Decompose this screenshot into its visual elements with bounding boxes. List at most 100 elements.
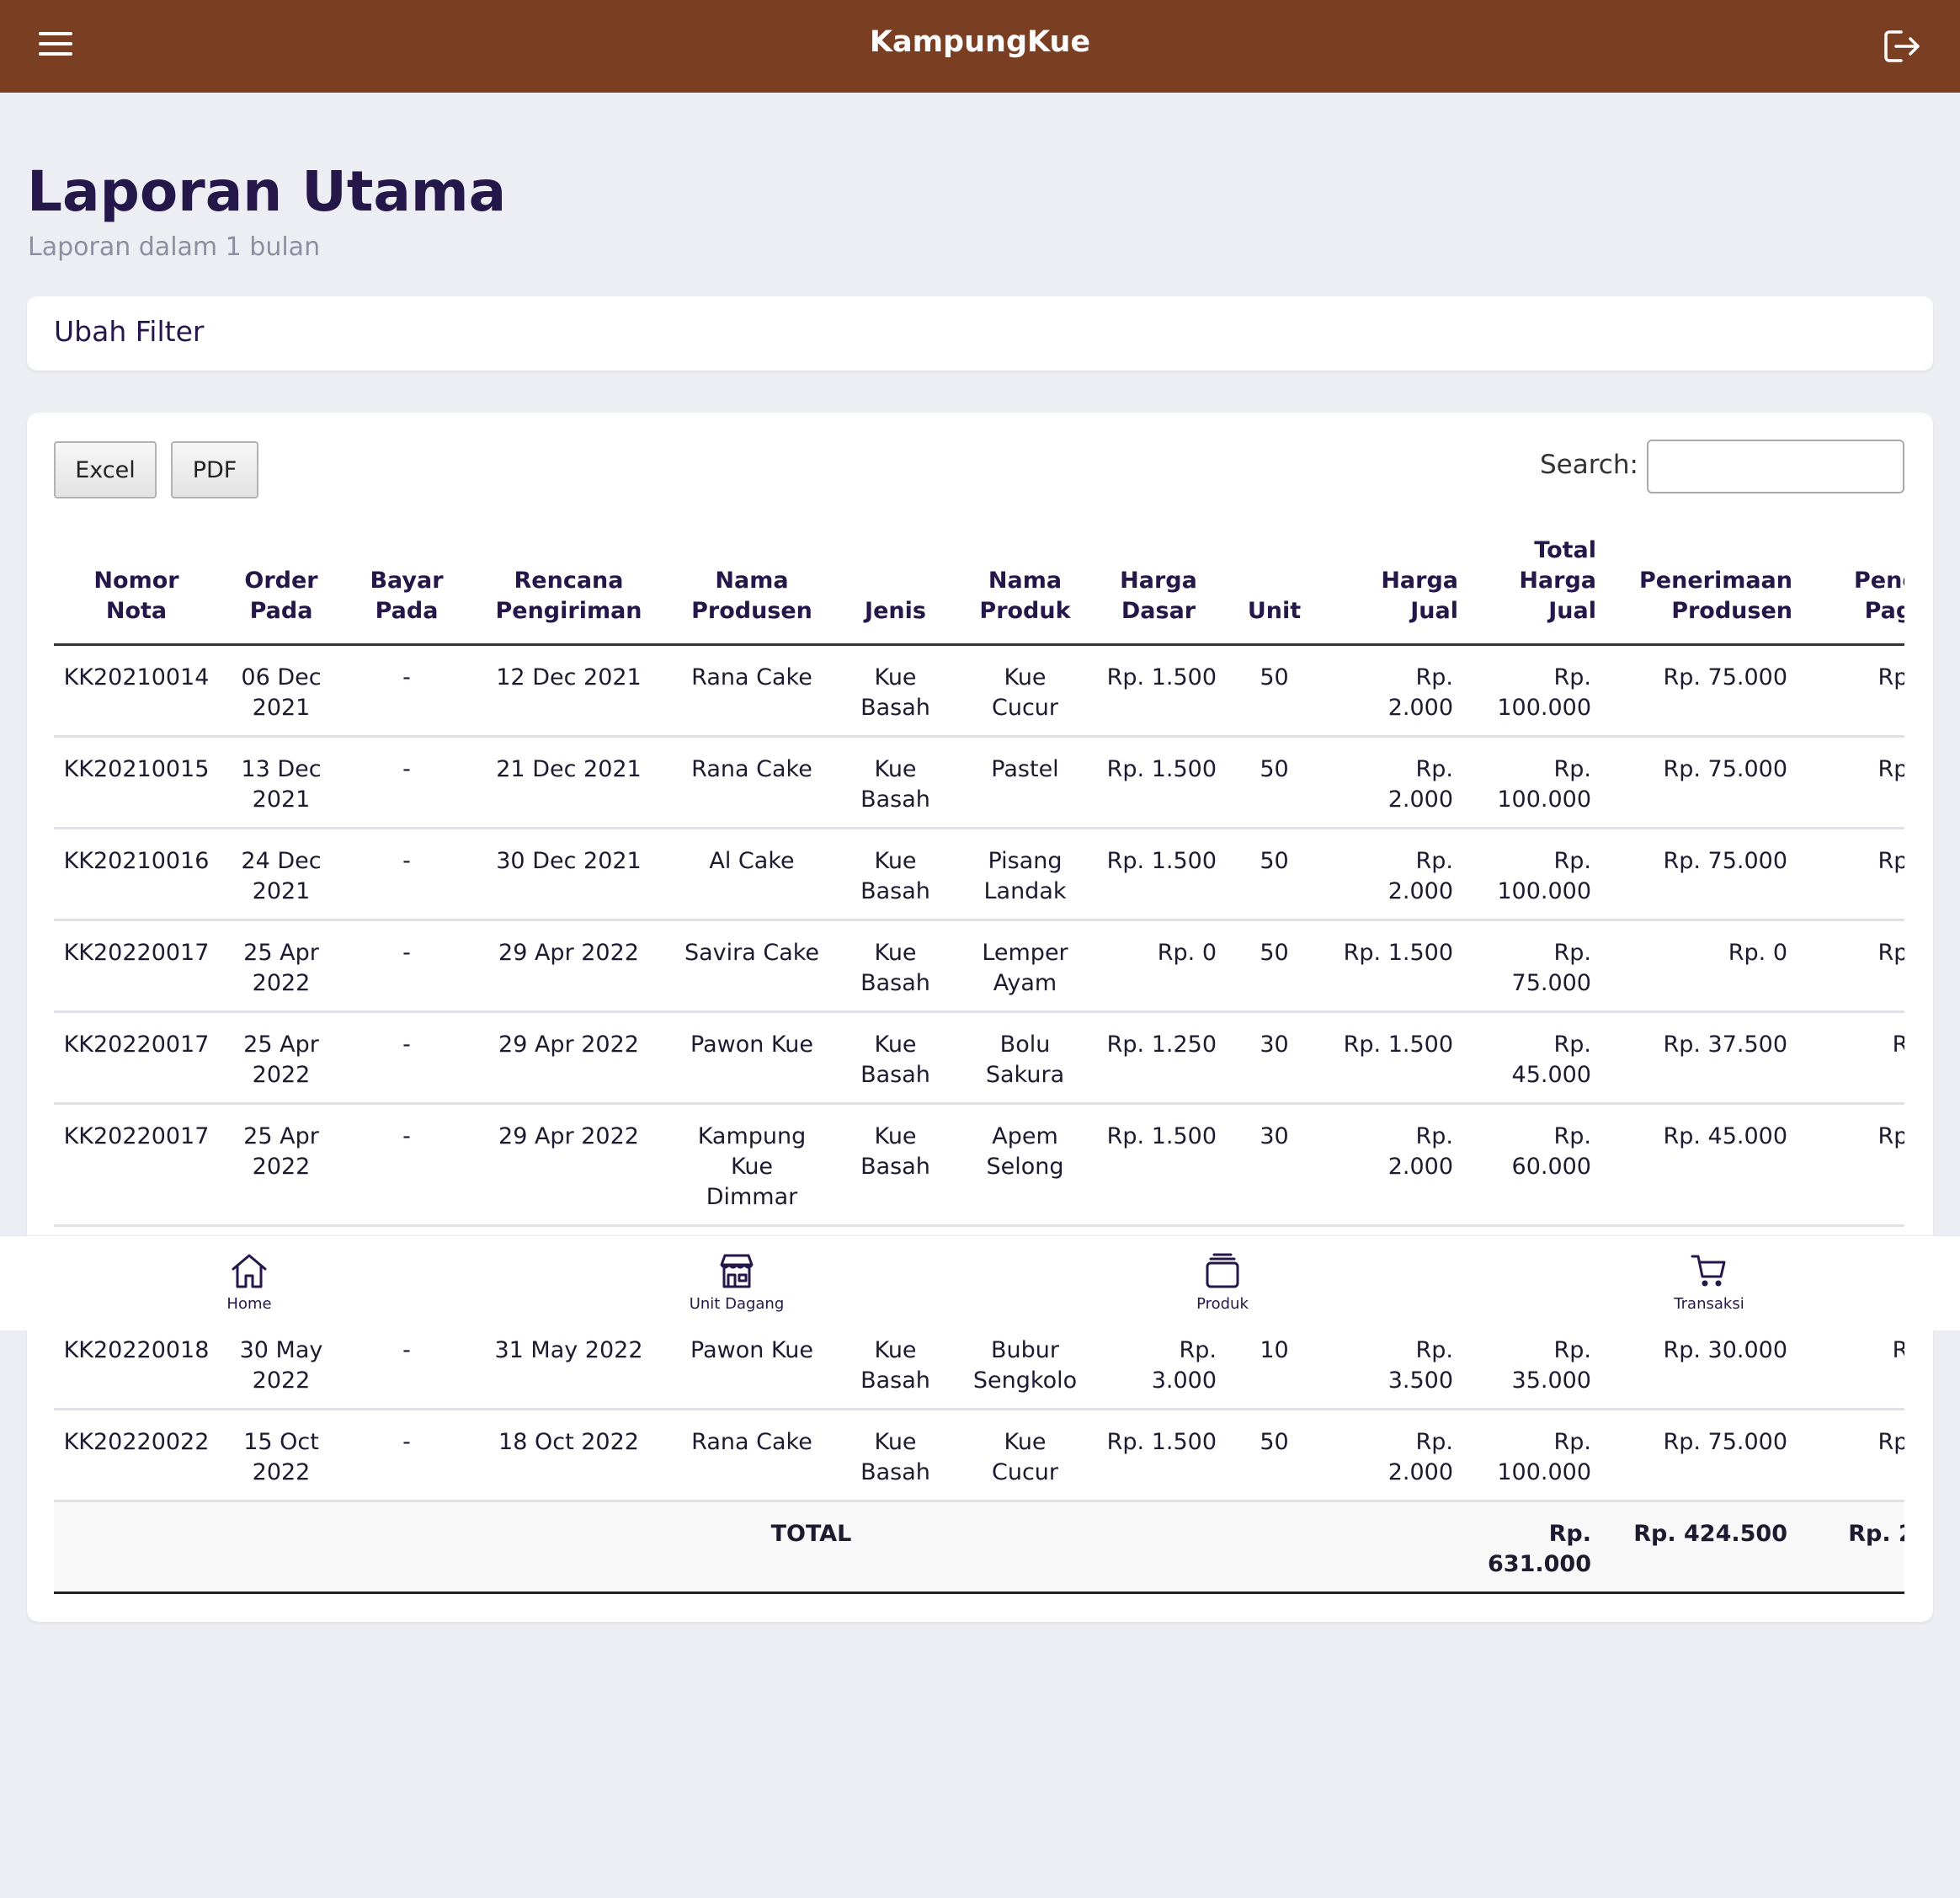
table-cell: 06 Dec 2021 <box>219 644 344 738</box>
table-cell: Rp. 3.500 <box>1327 1317 1458 1410</box>
column-header[interactable]: PenerimaanPaguyuban <box>1792 522 1904 646</box>
table-cell: Rp. 75.000 <box>1596 828 1792 921</box>
table-cell: 29 Apr 2022 <box>470 1011 668 1105</box>
table-cell: Rp. 0 <box>1596 920 1792 1013</box>
column-header[interactable]: Harga Dasar <box>1095 522 1222 646</box>
table-cell: Pawon Kue <box>668 1011 836 1105</box>
table-cell: Rp. 100.000 <box>1458 644 1596 738</box>
table-cell: Rp. 100.000 <box>1458 1409 1596 1502</box>
table-cell: Rp. 2.000 <box>1327 1409 1458 1502</box>
column-header[interactable]: Total Harga Jual <box>1458 522 1596 646</box>
table-cell: Kue Basah <box>836 644 955 738</box>
column-header[interactable]: Rencana Pengiriman <box>470 522 668 646</box>
table-cell: Kue Cucur <box>955 1409 1095 1502</box>
table-row: KK20220018 30 May 2022-31 May 2022 Pawon K… <box>54 1317 1904 1410</box>
table-scroll-area[interactable]: Nomor Nota Order Pada Bayar Pada Rencana Pen… <box>54 522 1904 1617</box>
table-cell: - <box>344 644 470 738</box>
home-icon <box>232 1254 267 1288</box>
total-harga-jual: Rp. 631.000 <box>1458 1501 1596 1594</box>
export-excel-button[interactable]: Excel <box>54 441 157 498</box>
table-cell: Kue Cucur <box>955 644 1095 738</box>
table-cell: Rp. 1.500 <box>1095 736 1222 829</box>
report-table: Nomor Nota Order Pada Bayar Pada Rencana Pen… <box>54 522 1904 1594</box>
table-cell: Kue Basah <box>836 1011 955 1105</box>
column-header[interactable]: Penerimaan Produsen <box>1596 522 1792 646</box>
table-row: KK20210014 06 Dec 2021-12 Dec 2021 Rana Ca… <box>54 644 1904 738</box>
table-cell: 25 Apr 2022 <box>219 1011 344 1105</box>
table-cell: Rp. 3.000 <box>1095 1317 1222 1410</box>
table-cell: Rp. 1.500 <box>1095 1409 1222 1502</box>
table-cell: 25 Apr 2022 <box>219 920 344 1013</box>
table-cell: - <box>344 1317 470 1410</box>
table-cell: Kue Basah <box>836 920 955 1013</box>
app-title: KampungKue <box>869 25 1091 59</box>
table-cell: 13 Dec 2021 <box>219 736 344 829</box>
table-cell: 50 <box>1222 644 1327 738</box>
total-penerimaan-paguyuban: Rp. 206.500 <box>1792 1501 1904 1594</box>
column-header[interactable]: Nama Produk <box>955 522 1095 646</box>
table-cell: Rp. 37.500 <box>1596 1011 1792 1105</box>
table-cell: Rp. 35.000 <box>1458 1317 1596 1410</box>
table-cell: Rp. 1.500 <box>1095 828 1222 921</box>
table-cell: Rp. 2.000 <box>1327 644 1458 738</box>
table-cell: Rp. 1.500 <box>1327 920 1458 1013</box>
table-cell: 30 <box>1222 1103 1327 1227</box>
table-cell: Kue Basah <box>836 1103 955 1227</box>
table-cell: - <box>344 736 470 829</box>
table-cell: 30 <box>1222 1011 1327 1105</box>
table-cell: 18 Oct 2022 <box>470 1409 668 1502</box>
table-cell: 29 Apr 2022 <box>470 1103 668 1227</box>
logout-icon[interactable] <box>1883 29 1921 64</box>
nav-produk[interactable]: Produk <box>1130 1251 1315 1313</box>
table-cell: Rp. 75.000 <box>1596 736 1792 829</box>
nav-label: Transaksi <box>1674 1295 1744 1313</box>
table-cell: Bubur Sengkolo <box>955 1317 1095 1410</box>
table-cell: KK20210016 <box>54 828 219 921</box>
nav-transaksi[interactable]: Transaksi <box>1616 1251 1802 1313</box>
export-pdf-button[interactable]: PDF <box>171 441 258 498</box>
filter-toggle[interactable]: Ubah Filter <box>27 296 1933 371</box>
table-cell: Rp. 75.000 <box>1792 920 1904 1013</box>
table-cell: 50 <box>1222 736 1327 829</box>
column-header[interactable]: Nama Produsen <box>668 522 836 646</box>
table-cell: Lemper Ayam <box>955 920 1095 1013</box>
table-cell: Rp. 0 <box>1095 920 1222 1013</box>
table-cell: 12 Dec 2021 <box>470 644 668 738</box>
table-row: KK20210016 24 Dec 2021-30 Dec 2021 Al Cake… <box>54 828 1904 921</box>
filter-label: Ubah Filter <box>54 315 205 348</box>
table-row: KK20210015 13 Dec 2021-21 Dec 2021 Rana Ca… <box>54 736 1904 829</box>
table-cell: - <box>344 1011 470 1105</box>
table-cell: 50 <box>1222 1409 1327 1502</box>
table-cell: Rp. 25.000 <box>1792 644 1904 738</box>
page-subtitle: Laporan dalam 1 bulan <box>28 232 321 262</box>
column-header[interactable]: Order Pada <box>219 522 344 646</box>
column-header[interactable]: Jenis <box>836 522 955 646</box>
table-cell: Rp. 25.000 <box>1792 1409 1904 1502</box>
column-header[interactable]: Nomor Nota <box>54 522 219 646</box>
table-cell: Rp. 100.000 <box>1458 736 1596 829</box>
table-cell: Rp. 7.500 <box>1792 1011 1904 1105</box>
table-cell: Rp. 45.000 <box>1596 1103 1792 1227</box>
table-cell: Rp. 75.000 <box>1596 644 1792 738</box>
table-header-row: Nomor Nota Order Pada Bayar Pada Rencana Pen… <box>54 522 1904 646</box>
table-row: KK20220022 15 Oct 2022-18 Oct 2022 Rana Ca… <box>54 1409 1904 1502</box>
table-cell: 30 May 2022 <box>219 1317 344 1410</box>
table-cell: 24 Dec 2021 <box>219 828 344 921</box>
table-cell: 25 Apr 2022 <box>219 1103 344 1227</box>
table-cell: Kue Basah <box>836 1409 955 1502</box>
table-cell: 31 May 2022 <box>470 1317 668 1410</box>
table-cell: Rp. 75.000 <box>1596 1409 1792 1502</box>
nav-unit-dagang[interactable]: Unit Dagang <box>644 1251 829 1313</box>
table-cell: Rana Cake <box>668 1409 836 1502</box>
column-header[interactable]: Harga Jual <box>1327 522 1458 646</box>
table-cell: Apem Selong <box>955 1103 1095 1227</box>
nav-label: Home <box>226 1295 272 1313</box>
column-header[interactable]: Bayar Pada <box>344 522 470 646</box>
table-cell: - <box>344 1103 470 1227</box>
table-cell: Al Cake <box>668 828 836 921</box>
table-cell: KK20220018 <box>54 1317 219 1410</box>
search-input[interactable] <box>1647 440 1904 493</box>
nav-home[interactable]: Home <box>157 1251 342 1313</box>
table-cell: Kue Basah <box>836 828 955 921</box>
column-header[interactable]: Unit <box>1222 522 1327 646</box>
